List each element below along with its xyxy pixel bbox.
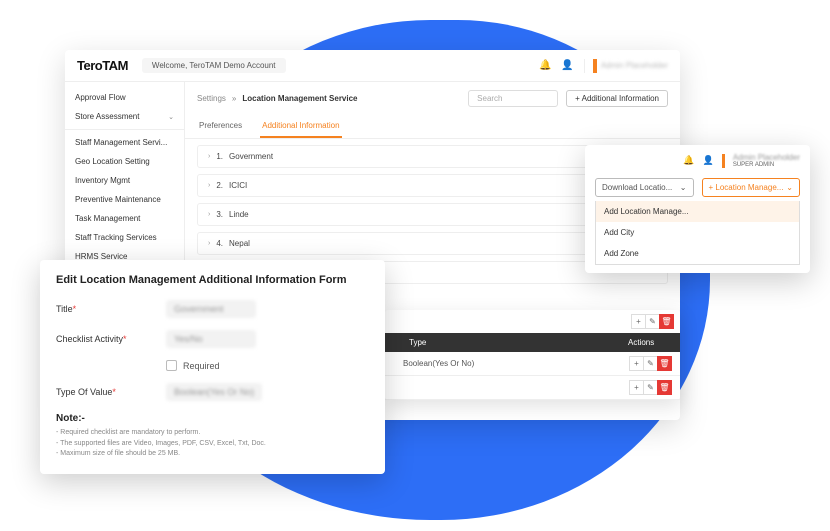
table-row: + ✎ 🗑 [385,376,680,400]
sidebar-item-inventory[interactable]: Inventory Mgmt [65,171,184,190]
sidebar-item-task-mgmt[interactable]: Task Management [65,209,184,228]
delete-button[interactable]: 🗑 [659,314,674,329]
row-edit-button[interactable]: ✎ [643,356,658,371]
welcome-badge: Welcome, TeroTAM Demo Account [142,58,286,73]
bell-icon[interactable]: 🔔 [683,155,694,166]
chevron-down-icon: ⌄ [680,183,687,192]
download-location-select[interactable]: Download Locatio...⌄ [595,178,694,197]
breadcrumb: Settings » Location Management Service S… [185,82,680,115]
table-header: Type Actions [385,333,680,352]
dd-add-city[interactable]: Add City [596,222,799,243]
note-line: - Maximum size of file should be 25 MB. [56,449,369,460]
sidebar-item-preventive[interactable]: Preventive Maintenance [65,190,184,209]
topbar: TeroTAM Welcome, TeroTAM Demo Account 🔔 … [65,50,680,82]
user-name: Admin Placeholder [601,61,668,70]
sidebar-item-approval-flow[interactable]: Approval Flow [65,88,184,107]
sidebar-item-store-assessment[interactable]: Store Assessment⌄ [65,107,184,126]
bell-icon[interactable]: 🔔 [539,60,551,71]
popup-user-name: Admin Placeholder [733,153,800,162]
dd-add-zone[interactable]: Add Zone [596,243,799,264]
note-heading: Note:- [56,413,369,424]
note-line: - The supported files are Video, Images,… [56,439,369,450]
label-type-of-value: Type Of Value* [56,387,166,397]
required-checkbox[interactable] [166,360,177,371]
chevron-right-icon: › [208,211,210,218]
user-icon[interactable]: 👤 [703,155,714,166]
required-label: Required [183,361,220,371]
tab-additional-info[interactable]: Additional Information [260,115,341,138]
add-button[interactable]: + [631,314,646,329]
row-add-button[interactable]: + [629,356,644,371]
sidebar-item-staff-mgmt[interactable]: Staff Management Servi... [65,133,184,152]
dd-add-location-manager[interactable]: Add Location Manage... [596,201,799,222]
input-title[interactable]: Government [166,300,256,318]
label-checklist-activity: Checklist Activity* [56,334,166,344]
chevron-right-icon: › [208,153,210,160]
label-title: Title* [56,304,166,314]
tabs: Preferences Additional Information [185,115,680,139]
chevron-down-icon: ⌄ [168,113,174,121]
input-checklist-activity[interactable]: Yes/No [166,330,256,348]
col-actions: Actions [620,333,680,352]
col-type: Type [401,333,620,352]
row-delete-button[interactable]: 🗑 [657,380,672,395]
avatar[interactable]: Admin Placeholder [584,59,668,73]
type-table: + ✎ 🗑 Type Actions Boolean(Yes Or No) + … [385,310,680,400]
note-line: - Required checklist are mandatory to pe… [56,428,369,439]
cell-type: Boolean(Yes Or No) [403,359,612,368]
breadcrumb-current: Location Management Service [242,94,357,103]
location-manager-select[interactable]: + Location Manage...⌄ [702,178,801,197]
edit-button[interactable]: ✎ [645,314,660,329]
user-icon[interactable]: 👤 [561,60,573,71]
popup-user-role: SUPER ADMIN [733,162,774,168]
breadcrumb-root[interactable]: Settings [197,94,226,103]
chevron-down-icon: ⌄ [786,183,793,192]
input-type-of-value[interactable]: Boolean(Yes Or No) [166,383,262,401]
additional-info-button[interactable]: + Additional Information [566,90,668,107]
row-delete-button[interactable]: 🗑 [657,356,672,371]
tab-preferences[interactable]: Preferences [197,115,244,138]
sidebar-item-staff-tracking[interactable]: Staff Tracking Services [65,228,184,247]
edit-form-modal: Edit Location Management Additional Info… [40,260,385,474]
chevron-right-icon: › [208,182,210,189]
chevron-right-icon: › [208,240,210,247]
sidebar-item-geo-location[interactable]: Geo Location Setting [65,152,184,171]
location-manager-popup: 🔔 👤 Admin Placeholder SUPER ADMIN Downlo… [585,145,810,273]
search-input[interactable]: Search [468,90,558,107]
row-add-button[interactable]: + [629,380,644,395]
logo: TeroTAM [77,58,128,73]
location-manager-dropdown: Add Location Manage... Add City Add Zone [595,201,800,265]
modal-title: Edit Location Management Additional Info… [56,274,369,286]
row-edit-button[interactable]: ✎ [643,380,658,395]
table-row: Boolean(Yes Or No) + ✎ 🗑 [385,352,680,376]
